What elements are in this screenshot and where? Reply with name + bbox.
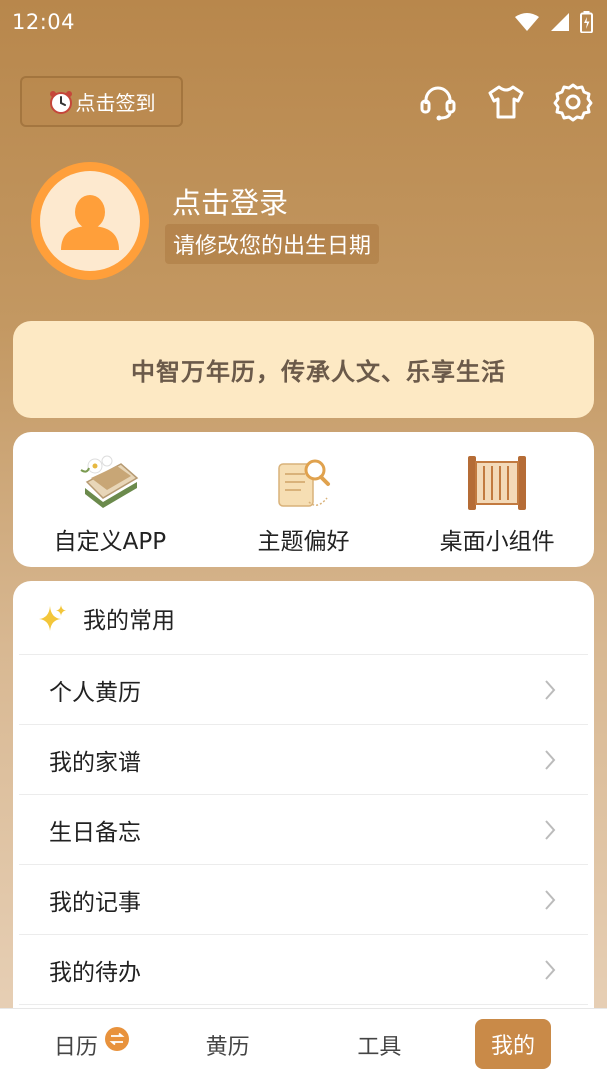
user-icon (61, 195, 119, 250)
sparkle-icon (39, 604, 66, 631)
feature-label: 主题偏好 (257, 529, 350, 555)
tab-label: 日历 (53, 1034, 98, 1060)
top-bar: 点击签到 (0, 76, 607, 128)
common-title: 我的常用 (83, 607, 175, 634)
list-item-my-todos[interactable]: 我的待办 (19, 935, 588, 1005)
list-item-family-tree[interactable]: 我的家谱 (19, 725, 588, 795)
chevron-right-icon (545, 679, 556, 700)
chevron-right-icon (545, 959, 556, 980)
avatar-inner (40, 171, 140, 271)
status-bar: 12:04 (0, 0, 607, 44)
tab-label: 黄历 (205, 1034, 250, 1060)
list-item-label: 我的家谱 (49, 749, 141, 776)
chevron-right-icon (545, 819, 556, 840)
alarm-clock-icon (49, 90, 72, 114)
chevron-right-icon (545, 889, 556, 910)
login-title[interactable]: 点击登录 (172, 180, 288, 222)
common-card: 我的常用 个人黄历 我的家谱 生日备忘 我的记事 我的待办 (13, 581, 594, 1021)
wifi-icon (515, 13, 539, 31)
settings-gear-icon[interactable] (553, 82, 593, 122)
status-time: 12:04 (12, 10, 76, 34)
list-item-personal-almanac[interactable]: 个人黄历 (19, 655, 588, 725)
list-item-label: 个人黄历 (49, 679, 141, 706)
feature-custom-app[interactable]: 自定义APP (13, 432, 207, 567)
chevron-right-icon (545, 749, 556, 770)
tab-almanac[interactable]: 黄历 (152, 1009, 304, 1080)
tab-label: 工具 (357, 1034, 402, 1060)
book-flower-icon (80, 455, 139, 508)
birthday-hint[interactable]: 请修改您的出生日期 (165, 224, 380, 264)
feature-theme[interactable]: 主题偏好 (207, 432, 401, 567)
slogan-banner: 中智万年历，传承人文、乐享生活 (13, 321, 594, 418)
tab-calendar[interactable]: 日历 (0, 1009, 152, 1080)
common-header: 我的常用 (19, 581, 588, 655)
avatar[interactable] (31, 162, 149, 280)
checkin-button[interactable]: 点击签到 (20, 76, 183, 127)
active-tab-label: 我的 (490, 1034, 535, 1059)
checkin-label: 点击签到 (75, 91, 156, 115)
feature-label: 自定义APP (53, 529, 167, 555)
battery-icon (580, 11, 593, 33)
list-item-birthday-memo[interactable]: 生日备忘 (19, 795, 588, 865)
list-item-label: 我的待办 (49, 959, 141, 986)
scroll-frame-icon (468, 456, 527, 510)
feature-card: 自定义APP 主题偏好 桌面小组件 (13, 432, 594, 567)
swap-icon (105, 1027, 129, 1051)
signal-icon (551, 13, 569, 31)
list-item-label: 生日备忘 (49, 819, 141, 846)
feature-widgets[interactable]: 桌面小组件 (400, 432, 594, 567)
status-icons (514, 11, 593, 33)
tab-tools[interactable]: 工具 (304, 1009, 456, 1080)
customer-service-icon[interactable] (418, 82, 458, 122)
scroll-search-icon (277, 459, 330, 507)
feature-label: 桌面小组件 (439, 529, 555, 555)
list-item-label: 我的记事 (49, 889, 141, 916)
theme-shirt-icon[interactable] (486, 82, 526, 122)
list-item-my-notes[interactable]: 我的记事 (19, 865, 588, 935)
